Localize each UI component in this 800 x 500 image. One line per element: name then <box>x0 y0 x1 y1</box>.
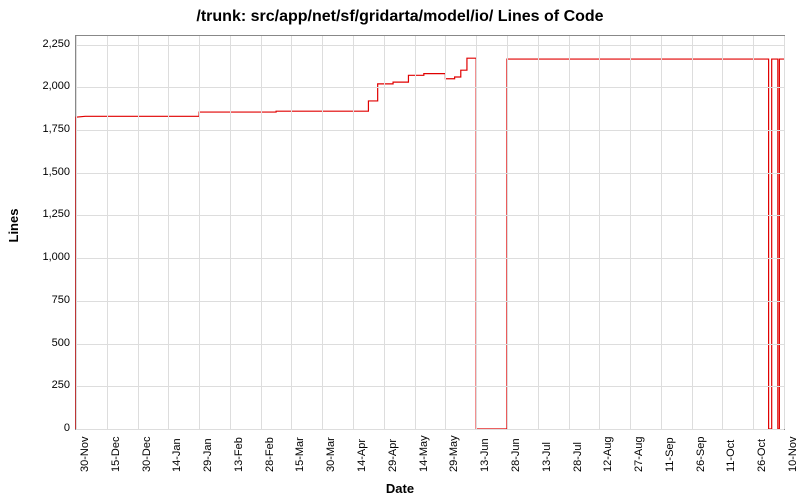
gridline-h <box>76 344 784 345</box>
ytick-label: 1,750 <box>10 123 70 135</box>
gridline-v <box>507 36 508 429</box>
gridline-v <box>692 36 693 429</box>
gridline-h <box>76 386 784 387</box>
gridline-v <box>168 36 169 429</box>
xtick-label: 28-Feb <box>264 437 276 472</box>
xtick-label: 13-Jun <box>479 438 491 472</box>
xtick-label: 11-Sep <box>664 437 676 472</box>
xtick-label: 26-Sep <box>695 437 707 472</box>
gridline-v <box>630 36 631 429</box>
gridline-v <box>722 36 723 429</box>
gridline-v <box>445 36 446 429</box>
xtick-label: 29-May <box>448 435 460 472</box>
xtick-label: 30-Nov <box>79 437 91 472</box>
gridline-h <box>76 258 784 259</box>
data-series-svg <box>76 36 784 429</box>
xtick-label: 28-Jul <box>572 442 584 472</box>
gridline-v <box>353 36 354 429</box>
xtick-label: 15-Mar <box>294 437 306 472</box>
xtick-label: 30-Mar <box>325 437 337 472</box>
xtick-label: 11-Oct <box>725 440 737 472</box>
gridline-v <box>599 36 600 429</box>
xtick-label: 10-Nov <box>787 437 799 472</box>
gridline-v <box>138 36 139 429</box>
gridline-h <box>76 429 784 430</box>
ytick-label: 2,000 <box>10 80 70 92</box>
gridline-v <box>384 36 385 429</box>
gridline-v <box>322 36 323 429</box>
chart-container: /trunk: src/app/net/sf/gridarta/model/io… <box>0 0 800 500</box>
loc-line <box>76 58 784 429</box>
gridline-v <box>476 36 477 429</box>
gridline-v <box>261 36 262 429</box>
ytick-label: 500 <box>10 337 70 349</box>
xtick-label: 14-Jan <box>171 438 183 472</box>
xtick-label: 30-Dec <box>141 437 153 472</box>
gridline-v <box>230 36 231 429</box>
ytick-label: 1,500 <box>10 166 70 178</box>
ytick-label: 750 <box>10 294 70 306</box>
gridline-h <box>76 87 784 88</box>
x-axis-label: Date <box>0 481 800 496</box>
ytick-label: 1,250 <box>10 208 70 220</box>
chart-title: /trunk: src/app/net/sf/gridarta/model/io… <box>0 8 800 26</box>
xtick-label: 14-May <box>418 435 430 472</box>
gridline-v <box>784 36 785 429</box>
gridline-v <box>107 36 108 429</box>
gridline-v <box>291 36 292 429</box>
xtick-label: 12-Aug <box>602 437 614 472</box>
xtick-label: 27-Aug <box>633 437 645 472</box>
gridline-v <box>415 36 416 429</box>
gridline-h <box>76 45 784 46</box>
xtick-label: 15-Dec <box>110 437 122 472</box>
gridline-h <box>76 301 784 302</box>
gridline-h <box>76 130 784 131</box>
xtick-label: 29-Jan <box>202 438 214 472</box>
gridline-v <box>538 36 539 429</box>
ytick-label: 0 <box>10 422 70 434</box>
xtick-label: 14-Apr <box>356 439 368 472</box>
xtick-label: 28-Jun <box>510 438 522 472</box>
gridline-h <box>76 215 784 216</box>
gridline-v <box>76 36 77 429</box>
gridline-h <box>76 173 784 174</box>
ytick-label: 2,250 <box>10 38 70 50</box>
ytick-label: 250 <box>10 379 70 391</box>
xtick-label: 13-Feb <box>233 437 245 472</box>
ytick-label: 1,000 <box>10 251 70 263</box>
gridline-v <box>569 36 570 429</box>
gridline-v <box>199 36 200 429</box>
xtick-label: 13-Jul <box>541 442 553 472</box>
xtick-label: 26-Oct <box>756 439 768 472</box>
plot-area <box>75 35 785 430</box>
gridline-v <box>753 36 754 429</box>
xtick-label: 29-Apr <box>387 439 399 472</box>
gridline-v <box>661 36 662 429</box>
